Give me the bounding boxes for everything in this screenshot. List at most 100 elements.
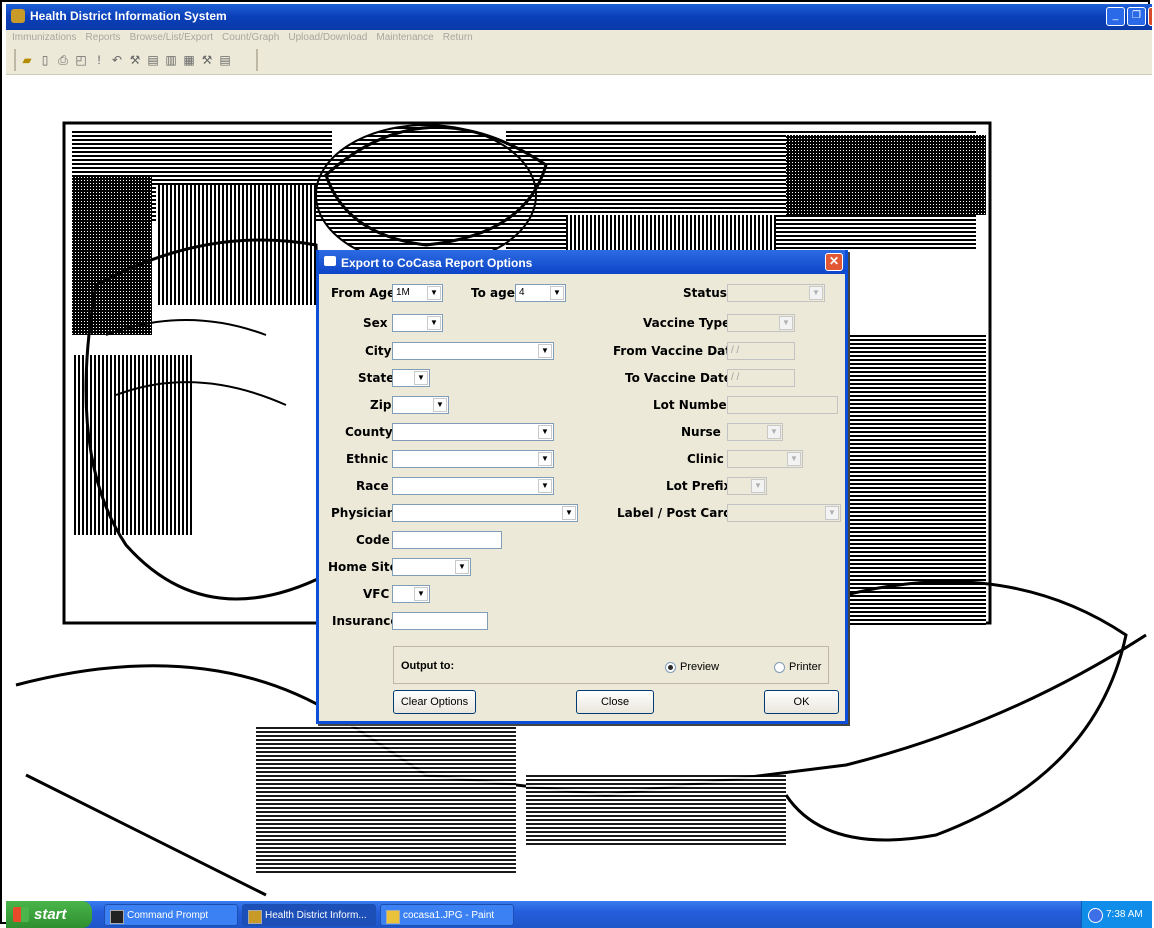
close-button[interactable] — [1148, 7, 1153, 26]
label-post-cards-select[interactable]: ▼ — [727, 504, 841, 522]
chevron-down-icon[interactable]: ▼ — [809, 286, 823, 300]
task-command-prompt[interactable]: Command Prompt — [104, 904, 238, 926]
tools2-icon[interactable]: ⚒ — [200, 53, 214, 67]
to-vaccine-date-input[interactable]: / / — [727, 369, 795, 387]
lot-prefix-select[interactable]: ▼ — [727, 477, 767, 495]
zip-select[interactable]: ▼ — [392, 396, 449, 414]
dialog-close-button[interactable]: ✕ — [825, 253, 843, 271]
chevron-down-icon[interactable]: ▼ — [414, 371, 428, 385]
menu-count-graph[interactable]: Count/Graph — [222, 30, 279, 46]
print-icon[interactable]: ⎙ — [56, 53, 70, 67]
from-age-value: 1M — [396, 287, 410, 298]
to-vaccine-date-value: / / — [731, 372, 740, 383]
nurse-select[interactable]: ▼ — [727, 423, 783, 441]
menu-return[interactable]: Return — [443, 30, 473, 46]
vaccine-type-select[interactable]: ▼ — [727, 314, 795, 332]
chevron-down-icon[interactable]: ▼ — [427, 286, 441, 300]
clinic-select[interactable]: ▼ — [727, 450, 803, 468]
ethnic-select[interactable]: ▼ — [392, 450, 554, 468]
menu-browse-list-export[interactable]: Browse/List/Export — [130, 30, 213, 46]
tools-icon[interactable]: ⚒ — [128, 53, 142, 67]
chevron-down-icon[interactable]: ▼ — [427, 316, 441, 330]
chevron-down-icon[interactable]: ▼ — [538, 344, 552, 358]
ok-button[interactable]: OK — [764, 690, 839, 714]
chevron-down-icon[interactable]: ▼ — [433, 398, 447, 412]
to-age-value: 4 — [519, 287, 525, 298]
chevron-down-icon[interactable]: ▼ — [767, 425, 781, 439]
from-vaccine-date-value: / / — [731, 345, 740, 356]
chevron-down-icon[interactable]: ▼ — [787, 452, 801, 466]
status-select[interactable]: ▼ — [727, 284, 825, 302]
dialog-title: Export to CoCasa Report Options — [341, 256, 533, 270]
state-label: State — [358, 371, 395, 385]
zip-label: Zip — [370, 398, 392, 412]
radio-selected-icon[interactable] — [665, 661, 676, 673]
status-label: Status — [683, 286, 727, 300]
insurance-input[interactable] — [392, 612, 488, 630]
vaccine-type-label: Vaccine Type — [643, 316, 731, 330]
chevron-down-icon[interactable]: ▼ — [751, 479, 765, 493]
chevron-down-icon[interactable]: ▼ — [779, 316, 793, 330]
dialog-titlebar: Export to CoCasa Report Options ✕ — [319, 250, 845, 274]
chevron-down-icon[interactable]: ▼ — [538, 479, 552, 493]
restore-button[interactable]: ❐ — [1127, 7, 1146, 26]
tray-arrow-icon[interactable] — [1088, 908, 1103, 923]
radio-icon[interactable] — [774, 661, 785, 673]
home-site-select[interactable]: ▼ — [392, 558, 471, 576]
task-label: Health District Inform... — [265, 910, 367, 921]
menu-upload-download[interactable]: Upload/Download — [288, 30, 367, 46]
physician-select[interactable]: ▼ — [392, 504, 578, 522]
preview-radio[interactable]: Preview — [665, 661, 719, 673]
window-title: Health District Information System — [30, 9, 227, 23]
copy-icon[interactable]: ▥ — [164, 53, 178, 67]
from-age-select[interactable]: 1M ▼ — [392, 284, 443, 302]
output-group — [393, 646, 829, 684]
table-icon[interactable]: ▦ — [182, 53, 196, 67]
state-select[interactable]: ▼ — [392, 369, 430, 387]
chevron-down-icon[interactable]: ▼ — [562, 506, 576, 520]
to-age-label: To age — [471, 286, 515, 300]
chevron-down-icon[interactable]: ▼ — [414, 587, 428, 601]
start-button[interactable]: start — [6, 901, 92, 928]
menu-reports[interactable]: Reports — [86, 30, 121, 46]
start-label: start — [34, 906, 67, 923]
new-icon[interactable]: ▯ — [38, 53, 52, 67]
close-dialog-button[interactable]: Close — [576, 690, 654, 714]
export-cocasa-dialog: Export to CoCasa Report Options ✕ From A… — [316, 250, 848, 724]
preview-icon[interactable]: ◰ — [74, 53, 88, 67]
task-label: cocasa1.JPG - Paint — [403, 910, 495, 921]
minimize-button[interactable]: _ — [1106, 7, 1125, 26]
task-health-district[interactable]: Health District Inform... — [242, 904, 376, 926]
chevron-down-icon[interactable]: ▼ — [538, 452, 552, 466]
vfc-select[interactable]: ▼ — [392, 585, 430, 603]
open-icon[interactable]: ▰ — [20, 53, 34, 67]
chevron-down-icon[interactable]: ▼ — [550, 286, 564, 300]
paste-icon[interactable]: ▤ — [146, 53, 160, 67]
chevron-down-icon[interactable]: ▼ — [538, 425, 552, 439]
chevron-down-icon[interactable]: ▼ — [455, 560, 469, 574]
task-paint[interactable]: cocasa1.JPG - Paint — [380, 904, 514, 926]
code-input[interactable] — [392, 531, 502, 549]
undo-icon[interactable]: ↶ — [110, 53, 124, 67]
race-select[interactable]: ▼ — [392, 477, 554, 495]
from-vaccine-date-input[interactable]: / / — [727, 342, 795, 360]
to-vaccine-date-label: To Vaccine Date — [625, 371, 732, 385]
insurance-label: Insurance — [332, 614, 399, 628]
county-select[interactable]: ▼ — [392, 423, 554, 441]
sex-label: Sex — [363, 316, 388, 330]
run-icon[interactable]: ! — [92, 53, 106, 67]
city-select[interactable]: ▼ — [392, 342, 554, 360]
to-age-select[interactable]: 4 ▼ — [515, 284, 566, 302]
paste2-icon[interactable]: ▤ — [218, 53, 232, 67]
menu-immunizations[interactable]: Immunizations — [12, 30, 76, 46]
clear-options-button[interactable]: Clear Options — [393, 690, 476, 714]
lot-number-input[interactable] — [727, 396, 838, 414]
printer-radio[interactable]: Printer — [774, 661, 821, 673]
main-titlebar: Health District Information System _ ❐ — [6, 4, 1153, 30]
chevron-down-icon[interactable]: ▼ — [825, 506, 839, 520]
label-post-cards-label: Label / Post Cards — [617, 506, 739, 520]
from-vaccine-date-label: From Vaccine Date — [613, 344, 740, 358]
taskbar: start Command Prompt Health District Inf… — [6, 901, 1152, 928]
menu-maintenance[interactable]: Maintenance — [376, 30, 433, 46]
sex-select[interactable]: ▼ — [392, 314, 443, 332]
